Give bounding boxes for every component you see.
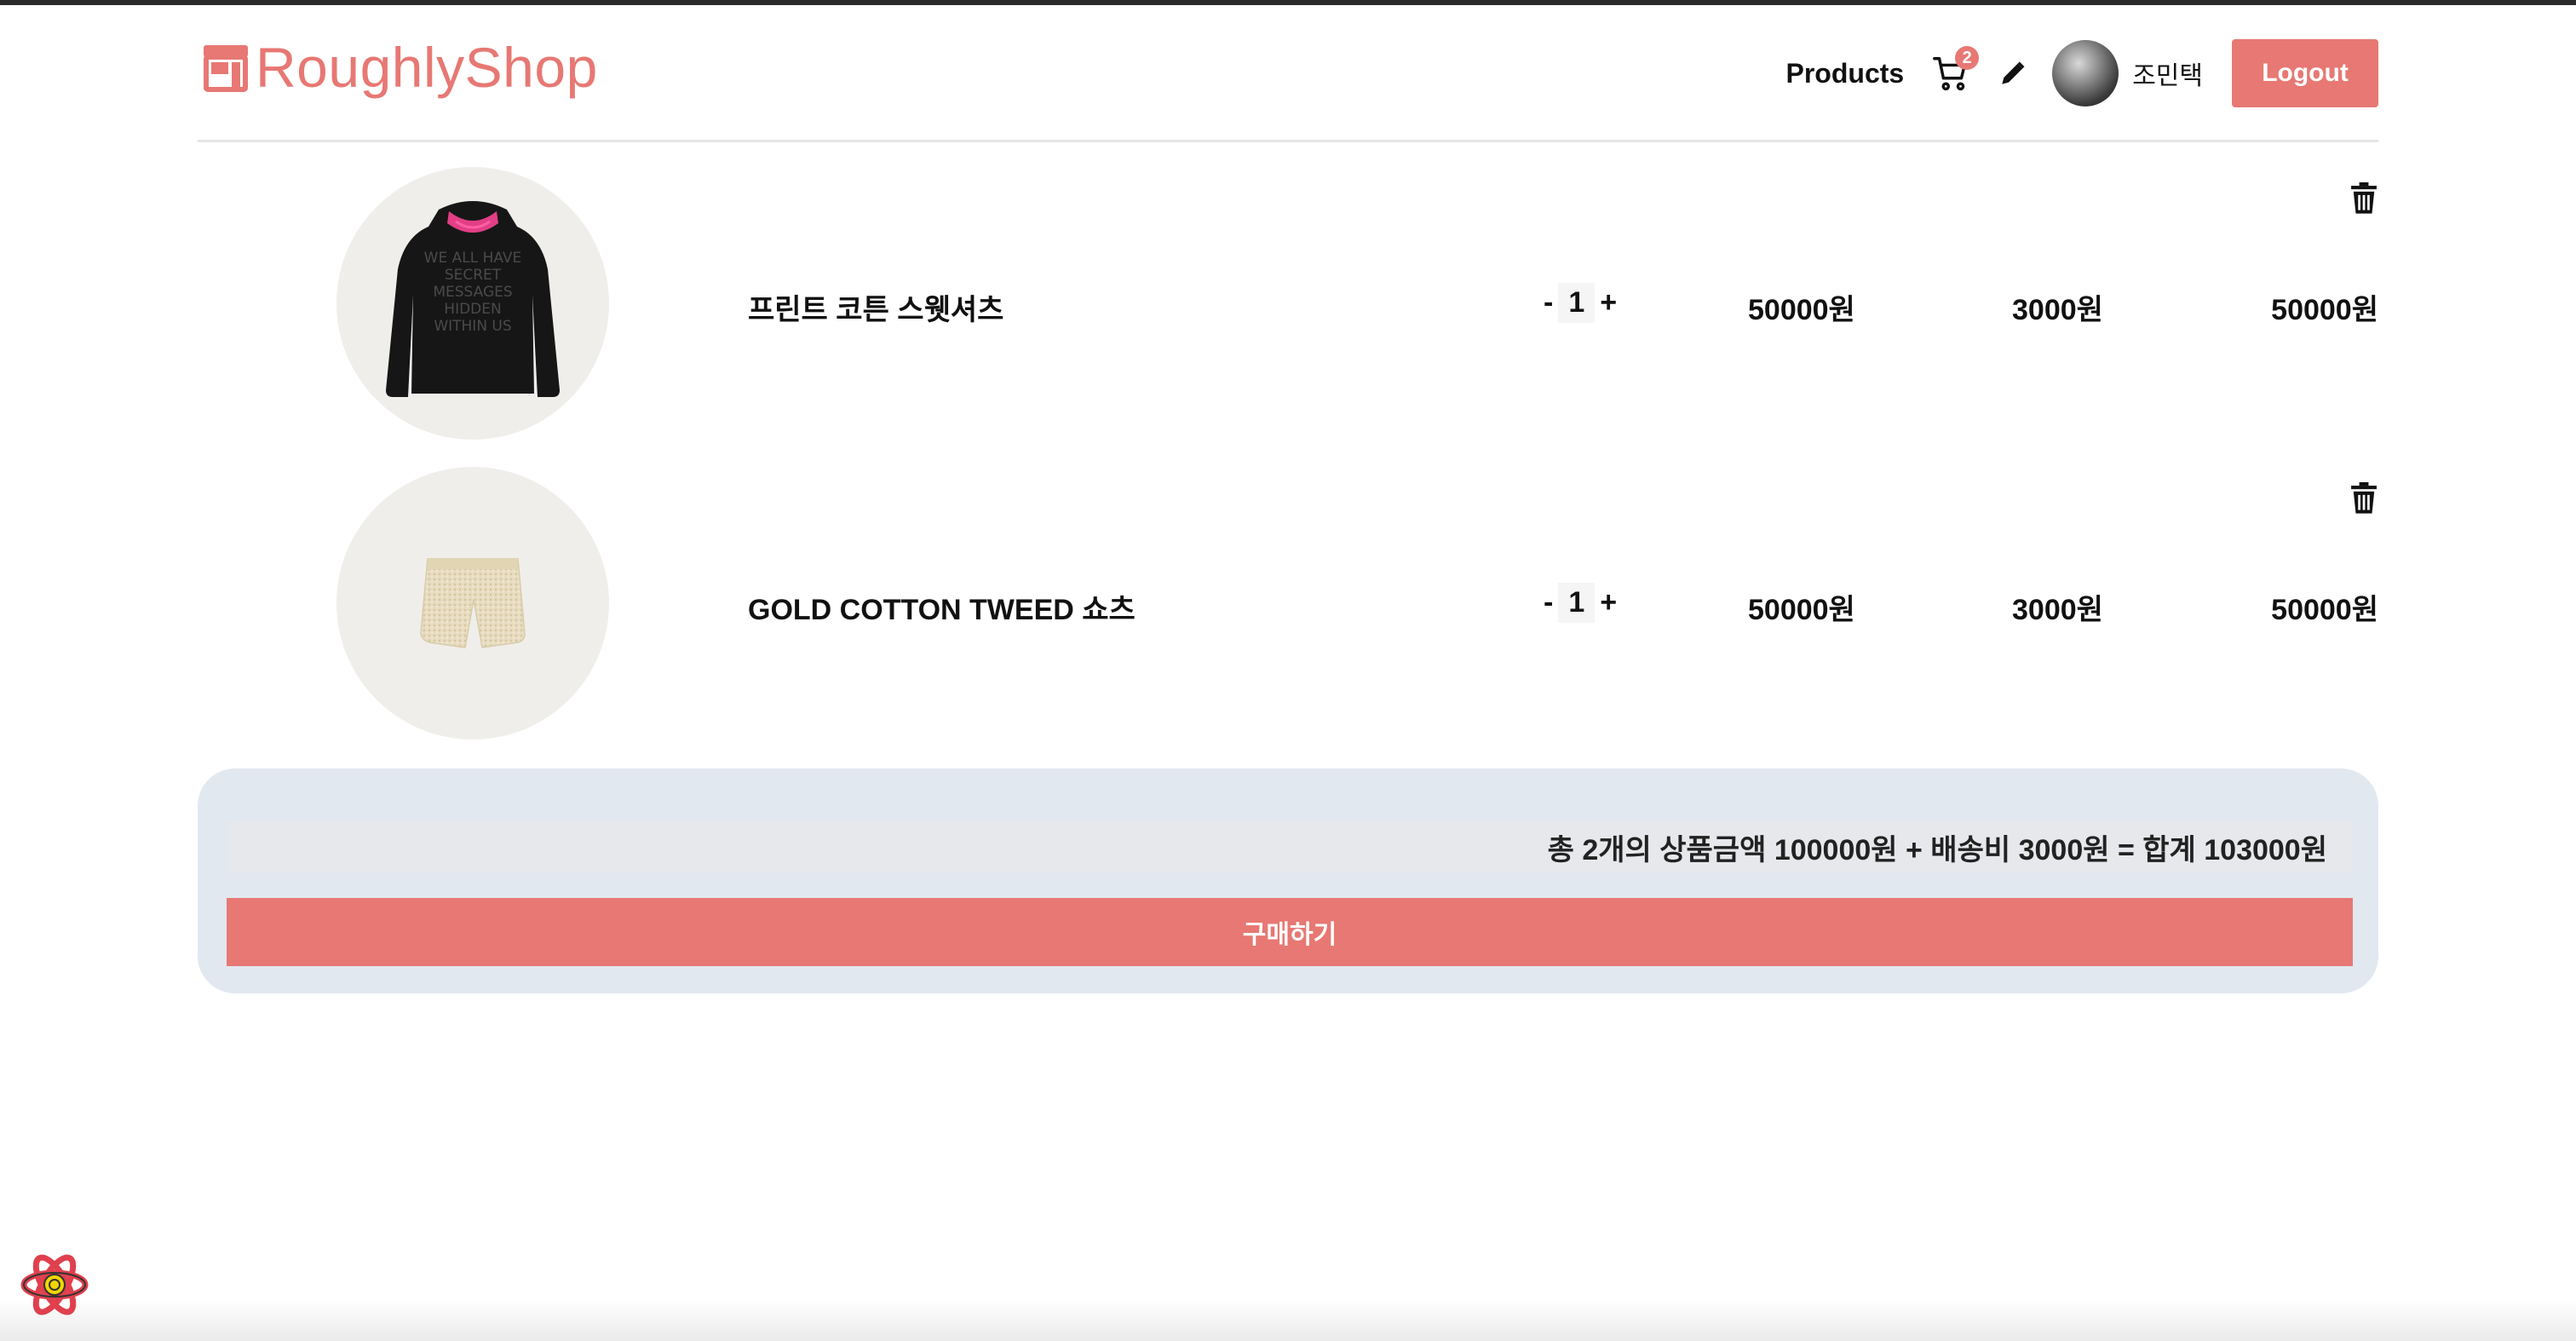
summary-text: 총 2개의 상품금액 100000원 + 배송비 3000원 = 합계 1030… bbox=[1547, 833, 2327, 866]
react-devtools-icon[interactable] bbox=[19, 1249, 90, 1321]
hoodie-print-line-1: WE ALL HAVE bbox=[424, 250, 522, 267]
purchase-button[interactable]: 구매하기 bbox=[227, 898, 2353, 966]
quantity-increase-button[interactable]: + bbox=[1596, 286, 1620, 319]
quantity-value: 1 bbox=[1558, 583, 1596, 623]
cart-item: WE ALL HAVE SECRET MESSAGES HIDDEN WITHI… bbox=[198, 167, 2378, 467]
nav-products-link[interactable]: Products bbox=[1786, 58, 1905, 89]
product-title[interactable]: GOLD COTTON TWEED 쇼츠 bbox=[748, 586, 1136, 628]
shipping-fee: 3000원 bbox=[2012, 294, 2103, 326]
hoodie-print-line-4: HIDDEN bbox=[444, 301, 501, 318]
quantity-stepper: - 1 + bbox=[1540, 583, 1620, 623]
product-price: 50000원 bbox=[1748, 594, 1855, 626]
brand-name: RoughlyShop bbox=[256, 36, 598, 99]
cart-list: WE ALL HAVE SECRET MESSAGES HIDDEN WITHI… bbox=[198, 167, 2378, 767]
logout-button[interactable]: Logout bbox=[2232, 39, 2378, 107]
window-bottom-shadow bbox=[0, 1300, 2576, 1341]
hoodie-print-line-2: SECRET bbox=[445, 267, 502, 284]
product-thumbnail: WE ALL HAVE SECRET MESSAGES HIDDEN WITHI… bbox=[336, 167, 609, 440]
product-thumbnail bbox=[336, 467, 609, 740]
cart-item: GOLD COTTON TWEED 쇼츠 - 1 + 50000원 3000원 … bbox=[198, 467, 2378, 767]
cart-page: RoughlyShop Products 2 조민택 Logout WE ALL… bbox=[0, 5, 2576, 1341]
new-product-button[interactable] bbox=[1996, 48, 2030, 99]
hoodie-print-line-5: WITHIN US bbox=[434, 318, 511, 335]
quantity-increase-button[interactable]: + bbox=[1596, 586, 1620, 619]
quantity-value: 1 bbox=[1558, 283, 1596, 323]
trash-icon[interactable] bbox=[2349, 182, 2378, 215]
cart-count-badge: 2 bbox=[1955, 46, 1980, 70]
quantity-decrease-button[interactable]: - bbox=[1540, 586, 1556, 619]
header-nav: Products 2 조민택 Logout bbox=[1786, 39, 2378, 107]
store-icon bbox=[204, 45, 248, 92]
cart-button[interactable]: 2 bbox=[1929, 46, 1980, 99]
hoodie-print-line-3: MESSAGES bbox=[433, 284, 512, 301]
user-name: 조민택 bbox=[2132, 62, 2203, 90]
pencil-icon bbox=[2002, 61, 2025, 84]
product-price: 50000원 bbox=[1748, 294, 1855, 326]
quantity-stepper: - 1 + bbox=[1540, 283, 1620, 323]
item-total: 50000원 bbox=[2271, 594, 2378, 626]
shorts-image bbox=[420, 558, 526, 648]
order-summary: 총 2개의 상품금액 100000원 + 배송비 3000원 = 합계 1030… bbox=[198, 768, 2378, 993]
trash-icon[interactable] bbox=[2349, 482, 2378, 515]
user-avatar bbox=[2052, 40, 2119, 106]
item-total: 50000원 bbox=[2271, 294, 2378, 326]
shipping-fee: 3000원 bbox=[2012, 594, 2103, 626]
hoodie-image: WE ALL HAVE SECRET MESSAGES HIDDEN WITHI… bbox=[386, 201, 560, 397]
summary-line: 총 2개의 상품금액 100000원 + 배송비 3000원 = 합계 1030… bbox=[227, 821, 2353, 872]
quantity-decrease-button[interactable]: - bbox=[1540, 286, 1556, 319]
site-header: RoughlyShop Products 2 조민택 Logout bbox=[198, 5, 2378, 142]
brand-logo-link[interactable]: RoughlyShop bbox=[201, 39, 598, 95]
product-title[interactable]: 프린트 코튼 스웻셔츠 bbox=[748, 286, 1003, 328]
